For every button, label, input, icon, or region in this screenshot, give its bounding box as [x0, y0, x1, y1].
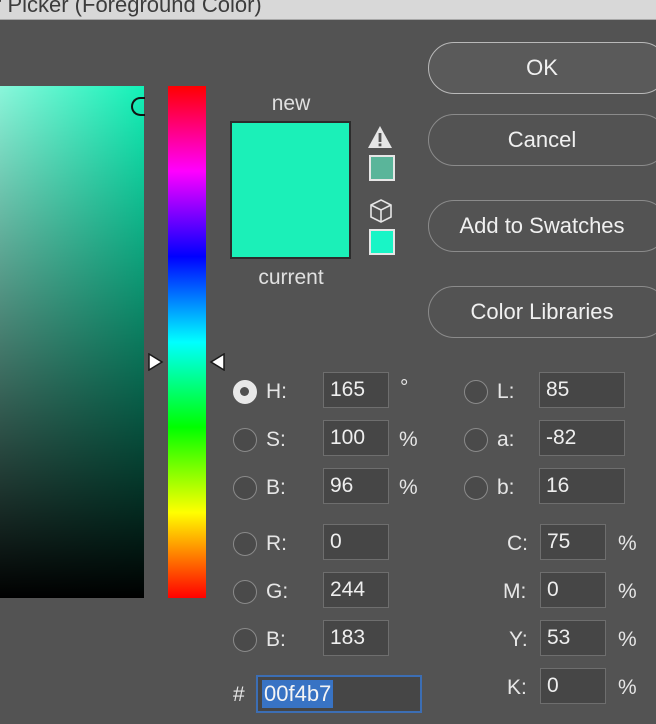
window-title: r Picker (Foreground Color): [0, 0, 262, 17]
current-color-label: current: [258, 266, 324, 289]
saturation-label: S:: [266, 428, 286, 451]
black-unit: %: [618, 676, 637, 699]
green-label: G:: [266, 580, 289, 603]
lab-l-radio[interactable]: [464, 380, 488, 404]
green-field[interactable]: 244: [323, 572, 389, 608]
magenta-label: M:: [503, 580, 527, 603]
hue-slider-right-arrow[interactable]: [209, 353, 225, 371]
black-field[interactable]: 0: [540, 668, 606, 704]
blue-field[interactable]: 183: [323, 620, 389, 656]
cyan-field[interactable]: 75: [540, 524, 606, 560]
hue-slider-left-arrow[interactable]: [148, 353, 164, 371]
hex-field[interactable]: 00f4b7: [256, 675, 422, 713]
cancel-button[interactable]: Cancel: [428, 114, 656, 166]
lab-a-label: a:: [497, 428, 515, 451]
yellow-unit: %: [618, 628, 637, 651]
blue-radio[interactable]: [233, 628, 257, 652]
hue-radio[interactable]: [233, 380, 257, 404]
color-preview-swatch: [230, 121, 351, 259]
saturation-radio[interactable]: [233, 428, 257, 452]
gamut-color-swatch[interactable]: [369, 155, 395, 181]
yellow-label: Y:: [509, 628, 528, 651]
brightness-unit: %: [399, 476, 418, 499]
hue-label: H:: [266, 380, 287, 403]
lab-b-label: b:: [497, 476, 515, 499]
brightness-radio[interactable]: [233, 476, 257, 500]
saturation-field[interactable]: 100: [323, 420, 389, 456]
yellow-field[interactable]: 53: [540, 620, 606, 656]
magenta-field[interactable]: 0: [540, 572, 606, 608]
cyan-label: C:: [507, 532, 528, 555]
lab-b-radio[interactable]: [464, 476, 488, 500]
cube-icon[interactable]: [368, 198, 394, 224]
hue-field[interactable]: 165: [323, 372, 389, 408]
saturation-unit: %: [399, 428, 418, 451]
brightness-label: B:: [266, 476, 286, 499]
red-label: R:: [266, 532, 287, 555]
red-radio[interactable]: [233, 532, 257, 556]
lab-a-field[interactable]: -82: [539, 420, 625, 456]
hue-unit: °: [400, 376, 409, 399]
cyan-unit: %: [618, 532, 637, 555]
hue-slider[interactable]: [168, 86, 206, 598]
lab-l-label: L:: [497, 380, 515, 403]
add-to-swatches-button[interactable]: Add to Swatches: [428, 200, 656, 252]
title-bar: r Picker (Foreground Color): [0, 0, 656, 20]
color-libraries-button[interactable]: Color Libraries: [428, 286, 656, 338]
black-label: K:: [507, 676, 527, 699]
blue-label: B:: [266, 628, 286, 651]
new-color-label: new: [271, 92, 311, 115]
saturation-brightness-field[interactable]: [0, 86, 144, 598]
lab-b-field[interactable]: 16: [539, 468, 625, 504]
ok-button[interactable]: OK: [428, 42, 656, 94]
hex-label: #: [233, 683, 245, 706]
red-field[interactable]: 0: [323, 524, 389, 560]
lab-a-radio[interactable]: [464, 428, 488, 452]
hex-value: 00f4b7: [262, 680, 334, 708]
web-safe-color-swatch[interactable]: [369, 229, 395, 255]
lab-l-field[interactable]: 85: [539, 372, 625, 408]
color-selection-marker[interactable]: [131, 97, 145, 116]
green-radio[interactable]: [233, 580, 257, 604]
brightness-field[interactable]: 96: [323, 468, 389, 504]
warning-triangle-icon[interactable]: [366, 124, 394, 150]
magenta-unit: %: [618, 580, 637, 603]
